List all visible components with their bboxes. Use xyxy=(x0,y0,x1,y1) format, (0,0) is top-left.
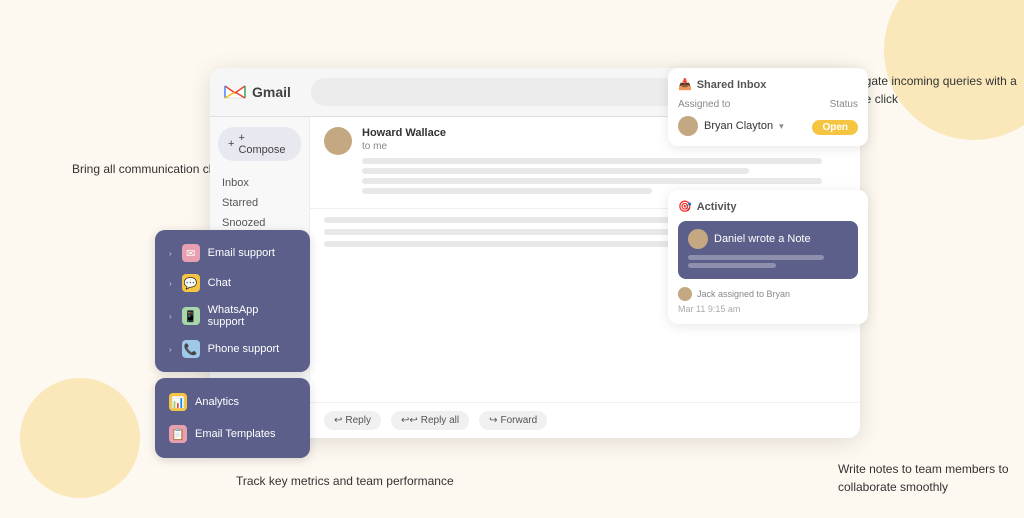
menu-item-email-templates[interactable]: 📋 Email Templates xyxy=(155,418,310,450)
chevron-icon-3: › xyxy=(169,312,172,321)
email-body-line-1 xyxy=(362,158,822,164)
note-line-2 xyxy=(688,263,776,268)
sidebar-inbox[interactable]: Inbox xyxy=(218,173,301,193)
gmail-logo: Gmail xyxy=(224,84,291,100)
email-body-line-4 xyxy=(362,188,652,194)
reply-bar: ↩ Reply ↩↩ Reply all ↪ Forward xyxy=(310,402,860,438)
reply-all-button[interactable]: ↩↩ Reply all xyxy=(391,411,469,430)
email-body-line-2 xyxy=(362,168,749,174)
forward-icon: ↪ xyxy=(489,415,497,426)
forward-label: Forward xyxy=(500,415,537,426)
email-support-label: Email support xyxy=(208,247,275,259)
gmail-search-bar[interactable] xyxy=(311,78,684,106)
assignee-name: Bryan Clayton xyxy=(704,120,773,132)
note-line-1 xyxy=(688,255,824,260)
analytics-icon: 📊 xyxy=(169,393,187,411)
note-header: Daniel wrote a Note xyxy=(688,229,848,249)
chevron-icon-4: › xyxy=(169,345,172,354)
menu-item-email-support[interactable]: › ✉ Email support xyxy=(155,238,310,268)
status-label: Status xyxy=(830,99,858,110)
analytics-label: Analytics xyxy=(195,396,239,408)
compose-button[interactable]: + + Compose xyxy=(218,127,301,161)
status-badge: Open xyxy=(812,120,858,135)
activity-icon: 🎯 xyxy=(678,200,692,213)
daniel-avatar xyxy=(688,229,708,249)
compose-plus-icon: + xyxy=(228,138,234,150)
assign-date: Mar 11 9:15 am xyxy=(678,304,858,314)
whatsapp-icon: 📱 xyxy=(182,307,200,325)
annotation-bottom-center: Track key metrics and team performance xyxy=(236,472,454,490)
channels-menu: › ✉ Email support › 💬 Chat › 📱 WhatsApp … xyxy=(155,230,310,372)
email-body-line-3 xyxy=(362,178,822,184)
reply-button[interactable]: ↩ Reply xyxy=(324,411,381,430)
shared-inbox-title: 📥 Shared Inbox xyxy=(678,78,858,91)
menu-item-analytics[interactable]: 📊 Analytics xyxy=(155,386,310,418)
sidebar-starred[interactable]: Starred xyxy=(218,193,301,213)
chat-label: Chat xyxy=(208,277,231,289)
assignee-row: Bryan Clayton ▾ Open xyxy=(678,116,858,136)
decorative-blob-2 xyxy=(20,378,140,498)
assignee-avatar xyxy=(678,116,698,136)
whatsapp-label: WhatsApp support xyxy=(208,304,296,328)
assign-text: Jack assigned to Bryan xyxy=(697,289,790,299)
assigned-to-label: Assigned to xyxy=(678,99,730,110)
sender-avatar xyxy=(324,127,352,155)
decorative-blob-1 xyxy=(884,0,1024,140)
chevron-icon-2: › xyxy=(169,279,172,288)
assignee-dropdown-icon[interactable]: ▾ xyxy=(779,121,784,132)
reply-all-icon: ↩↩ xyxy=(401,415,418,426)
shared-inbox-icon: 📥 xyxy=(678,78,692,91)
menu-item-phone[interactable]: › 📞 Phone support xyxy=(155,334,310,364)
reply-icon: ↩ xyxy=(334,415,342,426)
reply-label: Reply xyxy=(345,415,371,426)
jack-avatar xyxy=(678,287,692,301)
note-text: Daniel wrote a Note xyxy=(714,233,811,245)
compose-label: + Compose xyxy=(238,132,291,156)
menu-item-chat[interactable]: › 💬 Chat xyxy=(155,268,310,298)
note-card: Daniel wrote a Note xyxy=(678,221,858,279)
gmail-m-icon xyxy=(224,84,246,100)
phone-icon: 📞 xyxy=(182,340,200,358)
tools-menu: 📊 Analytics 📋 Email Templates xyxy=(155,378,310,458)
reply-all-label: Reply all xyxy=(421,415,459,426)
assign-info: Jack assigned to Bryan xyxy=(678,287,858,301)
shared-inbox-panel: 📥 Shared Inbox Assigned to Status Bryan … xyxy=(668,68,868,146)
chat-icon: 💬 xyxy=(182,274,200,292)
templates-icon: 📋 xyxy=(169,425,187,443)
activity-panel: 🎯 Activity Daniel wrote a Note Jack assi… xyxy=(668,190,868,324)
menu-item-whatsapp[interactable]: › 📱 WhatsApp support xyxy=(155,298,310,334)
phone-label: Phone support xyxy=(208,343,280,355)
chevron-icon: › xyxy=(169,249,172,258)
assign-status-row: Assigned to Status xyxy=(678,99,858,110)
annotation-bottom-right: Write notes to team members to collabora… xyxy=(838,460,1024,496)
gmail-title: Gmail xyxy=(252,84,291,100)
activity-title: 🎯 Activity xyxy=(678,200,858,213)
email-support-icon: ✉ xyxy=(182,244,200,262)
email-templates-label: Email Templates xyxy=(195,428,276,440)
forward-button[interactable]: ↪ Forward xyxy=(479,411,547,430)
